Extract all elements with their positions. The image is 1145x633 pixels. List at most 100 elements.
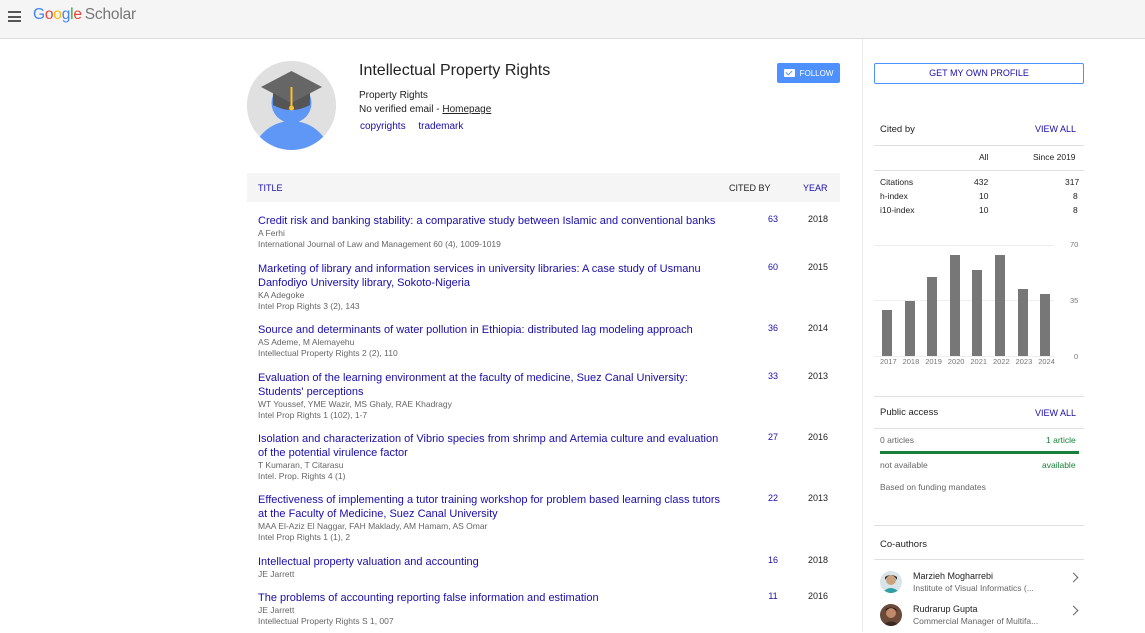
article-title[interactable]: Intellectual property valuation and acco… xyxy=(258,555,728,569)
metric-since: 8 xyxy=(1073,205,1078,215)
cited-by-count[interactable]: 27 xyxy=(763,432,783,442)
cited-by-count[interactable]: 11 xyxy=(763,591,783,601)
article-year: 2016 xyxy=(808,432,829,442)
article-title[interactable]: Credit risk and banking stability: a com… xyxy=(258,214,728,228)
table-row: Effectiveness of implementing a tutor tr… xyxy=(258,493,840,543)
table-row: Source and determinants of water polluti… xyxy=(258,323,840,359)
coauthor-item[interactable]: Rudrarup Gupta Commercial Manager of Mul… xyxy=(874,601,1084,633)
x-tick-label: 2019 xyxy=(925,357,942,366)
sort-by-title[interactable]: TITLE xyxy=(258,183,283,193)
metric-label: i10-index xyxy=(880,205,915,215)
article-title[interactable]: Evaluation of the learning environment a… xyxy=(258,371,728,399)
chart-bar-2017[interactable] xyxy=(882,310,892,356)
chevron-right-icon xyxy=(1068,605,1079,616)
x-tick-label: 2023 xyxy=(1015,357,1033,366)
metric-all: 432 xyxy=(974,177,989,187)
cited-by-count[interactable]: 33 xyxy=(763,371,783,381)
article-title[interactable]: Marketing of library and information ser… xyxy=(258,262,728,290)
coauthor-item[interactable]: Marzieh Mogharrebi Institute of Visual I… xyxy=(874,568,1084,600)
graduation-cap-icon xyxy=(247,61,336,150)
article-authors: A Ferhi xyxy=(258,228,285,238)
article-year: 2013 xyxy=(808,371,829,381)
table-row: Isolation and characterization of Vibrio… xyxy=(258,432,840,482)
table-row: Marketing of library and information ser… xyxy=(258,262,840,312)
y-tick-label: 70 xyxy=(1070,240,1079,249)
article-title[interactable]: Isolation and characterization of Vibrio… xyxy=(258,432,728,460)
cited-by-count[interactable]: 63 xyxy=(763,214,783,224)
interest-link-copyrights[interactable]: copyrights xyxy=(360,121,406,132)
coauthor-affiliation: Commercial Manager of Multifa... xyxy=(913,616,1039,626)
scholar-wordmark: Scholar xyxy=(84,6,136,23)
article-title[interactable]: The problems of accounting reporting fal… xyxy=(258,591,728,605)
article-title[interactable]: Effectiveness of implementing a tutor tr… xyxy=(258,493,728,521)
homepage-link[interactable]: Homepage xyxy=(442,104,491,115)
chart-bar-2020[interactable] xyxy=(949,254,960,356)
follow-button[interactable]: FOLLOW xyxy=(777,63,840,83)
x-tick-label: 2024 xyxy=(1038,357,1055,366)
metric-label: Citations xyxy=(880,177,914,187)
article-year: 2015 xyxy=(808,262,829,272)
cited-by-view-all-link[interactable]: VIEW ALL xyxy=(1035,124,1076,134)
article-venue: Intel Prop Rights 1 (1), 2 xyxy=(258,532,351,542)
not-available-label: not available xyxy=(880,460,928,470)
divider xyxy=(874,396,1084,397)
cited-by-count[interactable]: 16 xyxy=(763,555,783,565)
public-access-heading: Public access xyxy=(880,407,939,418)
profile-affiliation: Property Rights xyxy=(359,90,428,101)
article-authors: T Kumaran, T Citarasu xyxy=(258,460,344,470)
public-access-view-all-link[interactable]: VIEW ALL xyxy=(1035,408,1076,418)
table-row: Intellectual property valuation and acco… xyxy=(258,555,840,580)
email-status: No verified email - xyxy=(359,104,443,115)
funding-mandates-note: Based on funding mandates xyxy=(880,482,986,492)
coauthors-heading: Co-authors xyxy=(880,539,927,550)
chart-bar-2019[interactable] xyxy=(927,276,938,356)
chart-bar-2018[interactable] xyxy=(904,300,915,356)
cited-by-count[interactable]: 60 xyxy=(763,262,783,272)
chart-bar-2021[interactable] xyxy=(972,270,983,356)
metric-all: 10 xyxy=(979,205,989,215)
profile-email: No verified email - Homepage xyxy=(359,104,491,115)
chart-bar-2024[interactable] xyxy=(1040,294,1051,356)
coauthor-name: Rudrarup Gupta xyxy=(913,604,978,614)
article-venue: Intellectual Property Rights S 1, 007 xyxy=(258,616,394,626)
metric-all: 10 xyxy=(979,191,989,201)
metric-since: 8 xyxy=(1073,191,1078,201)
article-authors: AS Ademe, M Alemayehu xyxy=(258,337,355,347)
cited-by-count[interactable]: 22 xyxy=(763,493,783,503)
article-authors: MAA El-Aziz El Naggar, FAH Maklady, AM H… xyxy=(258,521,488,531)
article-year: 2018 xyxy=(808,214,829,224)
divider xyxy=(874,525,1084,526)
public-access-progress-bar xyxy=(880,451,1079,454)
sort-by-cited[interactable]: CITED BY xyxy=(729,183,771,193)
coauthor-avatar xyxy=(880,604,902,626)
hamburger-menu-icon[interactable] xyxy=(8,11,21,22)
article-year: 2014 xyxy=(808,323,829,333)
column-divider xyxy=(862,39,863,632)
col-all-header: All xyxy=(979,152,989,162)
x-tick-label: 2018 xyxy=(902,357,920,366)
article-venue: International Journal of Law and Managem… xyxy=(258,239,501,249)
profile-avatar xyxy=(247,61,336,150)
x-tick-label: 2020 xyxy=(947,357,965,366)
not-available-count[interactable]: 0 articles xyxy=(880,435,914,445)
articles-table-header: TITLE CITED BY YEAR xyxy=(247,173,840,202)
table-row: Evaluation of the learning environment a… xyxy=(258,371,840,421)
available-label: available xyxy=(1042,460,1076,470)
coauthor-avatar xyxy=(880,571,902,593)
x-tick-label: 2021 xyxy=(970,357,988,366)
get-my-own-profile-button[interactable]: GET MY OWN PROFILE xyxy=(874,63,1084,84)
article-authors: WT Youssef, YME Wazir, MS Ghaly, RAE Kha… xyxy=(258,399,452,409)
available-count[interactable]: 1 article xyxy=(1046,435,1076,445)
chart-bar-2023[interactable] xyxy=(1017,289,1028,356)
google-scholar-logo[interactable]: Google Scholar xyxy=(33,6,136,24)
chart-bar-2022[interactable] xyxy=(995,254,1005,356)
top-bar: Google Scholar xyxy=(0,0,1145,39)
interest-link-trademark[interactable]: trademark xyxy=(418,121,463,132)
metric-since: 317 xyxy=(1065,177,1080,187)
chart-gridline xyxy=(874,245,1054,246)
cited-by-count[interactable]: 36 xyxy=(763,323,783,333)
article-title[interactable]: Source and determinants of water polluti… xyxy=(258,323,728,337)
sort-by-year[interactable]: YEAR xyxy=(803,183,828,193)
article-year: 2013 xyxy=(808,493,829,503)
divider xyxy=(874,428,1084,429)
